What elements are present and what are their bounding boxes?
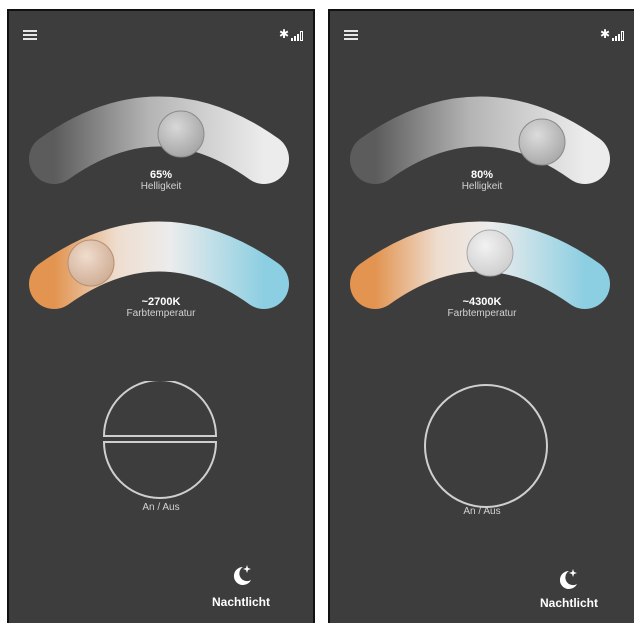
brightness-knob[interactable] bbox=[518, 118, 566, 166]
hamburger-menu-icon[interactable] bbox=[344, 30, 358, 40]
power-top-half[interactable] bbox=[102, 381, 218, 437]
brightness-label: Helligkeit bbox=[461, 181, 503, 192]
screen-separator bbox=[320, 9, 328, 623]
brightness-value: 80% bbox=[470, 169, 494, 181]
power-ring[interactable] bbox=[424, 384, 548, 508]
hamburger-menu-icon[interactable] bbox=[23, 30, 37, 40]
moon-stars-icon[interactable] bbox=[555, 566, 581, 592]
signal-icon bbox=[612, 31, 624, 41]
temperature-value: ~2700K bbox=[141, 296, 181, 308]
nightlight-label[interactable]: Nachtlicht bbox=[540, 596, 598, 610]
moon-stars-icon[interactable] bbox=[229, 562, 255, 588]
bluetooth-icon: ✱ bbox=[599, 27, 610, 41]
temperature-value: ~4300K bbox=[462, 296, 502, 308]
phone-screen-right: ✱ 80% Helligkeit ~4300K Farbtemperatur A… bbox=[328, 9, 634, 623]
power-label: An / Aus bbox=[463, 506, 501, 517]
bluetooth-icon: ✱ bbox=[278, 27, 289, 41]
status-bar: ✱ bbox=[600, 27, 624, 41]
temperature-knob[interactable] bbox=[67, 239, 115, 287]
brightness-value: 65% bbox=[149, 169, 173, 181]
power-bottom-half[interactable] bbox=[102, 441, 218, 499]
phone-screen-left: ✱ 65% Helligkeit ~2700K Farbtemperatur A… bbox=[7, 9, 315, 623]
power-label: An / Aus bbox=[142, 502, 180, 513]
signal-icon bbox=[291, 31, 303, 41]
temperature-knob[interactable] bbox=[466, 229, 514, 277]
power-toggle[interactable] bbox=[330, 381, 630, 511]
brightness-label: Helligkeit bbox=[140, 181, 182, 192]
temperature-label: Farbtemperatur bbox=[126, 308, 196, 319]
top-border bbox=[9, 9, 313, 11]
status-bar: ✱ bbox=[279, 27, 303, 41]
brightness-knob[interactable] bbox=[157, 110, 205, 158]
top-border bbox=[330, 9, 634, 11]
temperature-label: Farbtemperatur bbox=[447, 308, 517, 319]
power-toggle[interactable] bbox=[9, 381, 309, 511]
nightlight-label[interactable]: Nachtlicht bbox=[212, 595, 270, 609]
